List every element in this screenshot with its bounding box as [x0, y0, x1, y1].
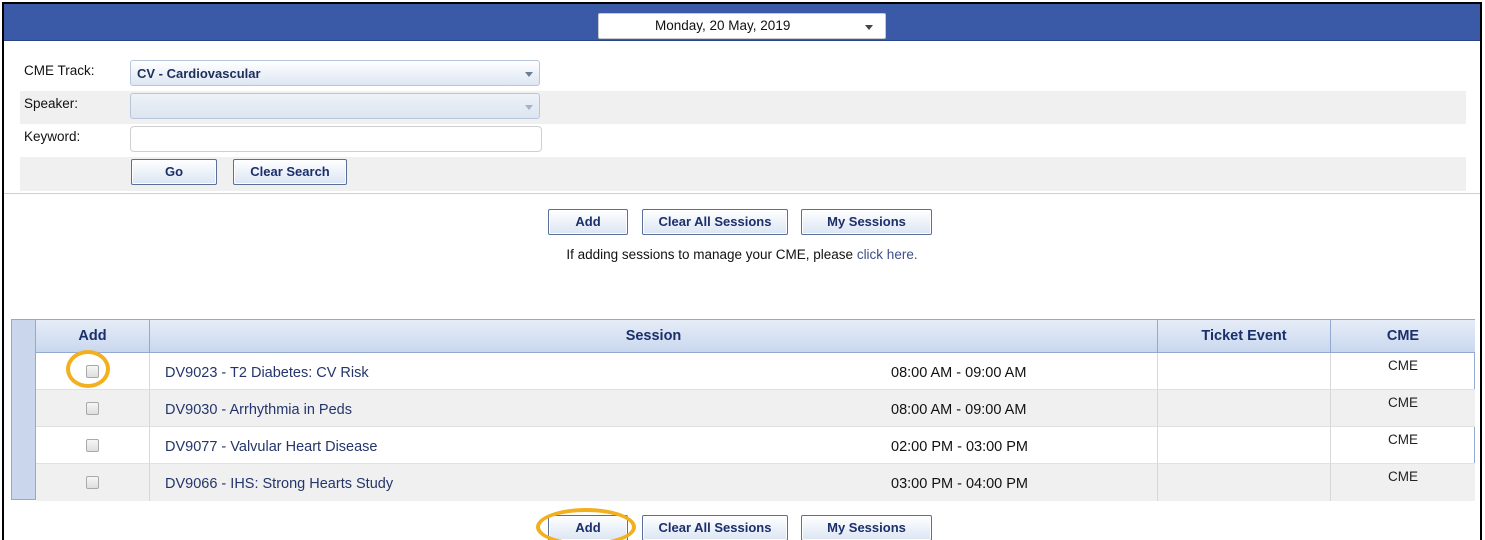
- date-select-value: Monday, 20 May, 2019: [655, 18, 791, 33]
- add-button-top[interactable]: Add: [548, 209, 628, 235]
- go-button[interactable]: Go: [131, 159, 217, 185]
- session-time: 03:00 PM - 04:00 PM: [891, 476, 1029, 492]
- cme-value: CME: [1388, 358, 1418, 373]
- cme-value: CME: [1388, 432, 1418, 447]
- my-sessions-button-top[interactable]: My Sessions: [801, 209, 932, 235]
- cme-cell: CME: [1331, 464, 1475, 501]
- speaker-label: Speaker:: [24, 96, 79, 111]
- table-header: Add Session Ticket Event CME: [36, 320, 1475, 353]
- track-row: CME Track: CV - Cardiovascular: [20, 58, 1466, 91]
- date-bar: Monday, 20 May, 2019: [4, 4, 1480, 41]
- speaker-row: Speaker:: [20, 91, 1466, 124]
- session-time: 02:00 PM - 03:00 PM: [891, 439, 1029, 455]
- clear-search-button[interactable]: Clear Search: [233, 159, 347, 185]
- add-cell: [36, 390, 150, 427]
- session-title-link[interactable]: DV9066 - IHS: Strong Hearts Study: [165, 476, 393, 492]
- search-panel: CME Track: CV - Cardiovascular Speaker: …: [4, 42, 1480, 194]
- clear-all-sessions-button-bottom[interactable]: Clear All Sessions: [642, 515, 788, 540]
- chevron-down-icon: [525, 105, 533, 110]
- session-time: 08:00 AM - 09:00 AM: [891, 402, 1027, 418]
- cme-value: CME: [1388, 395, 1418, 410]
- cme-cell: CME: [1331, 390, 1475, 427]
- ticket-cell: [1158, 427, 1331, 464]
- column-header-add: Add: [36, 320, 150, 353]
- session-cell: DV9066 - IHS: Strong Hearts Study 03:00 …: [150, 464, 1158, 501]
- chevron-down-icon: [865, 25, 873, 30]
- session-title-link[interactable]: DV9077 - Valvular Heart Disease: [165, 439, 378, 455]
- sessions-table: Add Session Ticket Event CME DV9023 - T2…: [11, 319, 1475, 501]
- session-time: 08:00 AM - 09:00 AM: [891, 365, 1027, 381]
- session-title-link[interactable]: DV9030 - Arrhythmia in Peds: [165, 402, 352, 418]
- table-row: DV9030 - Arrhythmia in Peds 08:00 AM - 0…: [36, 390, 1475, 427]
- keyword-label: Keyword:: [24, 129, 81, 144]
- column-header-session[interactable]: Session: [150, 320, 1158, 353]
- clear-all-sessions-button-top[interactable]: Clear All Sessions: [642, 209, 788, 235]
- cme-note: If adding sessions to manage your CME, p…: [4, 247, 1480, 262]
- click-here-link[interactable]: click here.: [857, 247, 918, 262]
- ticket-cell: [1158, 353, 1331, 390]
- session-title-link[interactable]: DV9023 - T2 Diabetes: CV Risk: [165, 365, 369, 381]
- add-button-bottom[interactable]: Add: [548, 515, 628, 540]
- table-row: DV9066 - IHS: Strong Hearts Study 03:00 …: [36, 464, 1475, 501]
- track-label: CME Track:: [24, 63, 95, 78]
- table-row: DV9023 - T2 Diabetes: CV Risk 08:00 AM -…: [36, 353, 1475, 390]
- session-cell: DV9077 - Valvular Heart Disease 02:00 PM…: [150, 427, 1158, 464]
- date-select[interactable]: Monday, 20 May, 2019: [598, 13, 886, 39]
- add-cell: [36, 427, 150, 464]
- add-checkbox[interactable]: [86, 402, 99, 415]
- chevron-down-icon: [525, 72, 533, 77]
- track-select-value: CV - Cardiovascular: [137, 66, 261, 81]
- cme-note-text: If adding sessions to manage your CME, p…: [566, 247, 857, 262]
- ticket-cell: [1158, 390, 1331, 427]
- table-left-strip: [12, 320, 36, 499]
- session-cell: DV9023 - T2 Diabetes: CV Risk 08:00 AM -…: [150, 353, 1158, 390]
- speaker-select[interactable]: [130, 93, 540, 119]
- add-cell: [36, 353, 150, 390]
- search-buttons-row: Go Clear Search: [20, 157, 1466, 191]
- add-checkbox[interactable]: [86, 476, 99, 489]
- add-checkbox[interactable]: [86, 365, 99, 378]
- cme-value: CME: [1388, 469, 1418, 484]
- my-sessions-button-bottom[interactable]: My Sessions: [801, 515, 932, 540]
- page-frame: Monday, 20 May, 2019 CME Track: CV - Car…: [2, 2, 1482, 540]
- add-cell: [36, 464, 150, 501]
- column-header-cme: CME: [1386, 328, 1420, 344]
- track-select[interactable]: CV - Cardiovascular: [130, 60, 540, 86]
- keyword-row: Keyword:: [20, 124, 1466, 157]
- cme-cell: CME: [1331, 353, 1475, 390]
- session-cell: DV9030 - Arrhythmia in Peds 08:00 AM - 0…: [150, 390, 1158, 427]
- ticket-cell: [1158, 464, 1331, 501]
- column-header-ticket: Ticket Event: [1158, 320, 1331, 353]
- table-row: DV9077 - Valvular Heart Disease 02:00 PM…: [36, 427, 1475, 464]
- keyword-input[interactable]: [130, 126, 542, 152]
- add-checkbox[interactable]: [86, 439, 99, 452]
- cme-cell: CME: [1331, 427, 1475, 464]
